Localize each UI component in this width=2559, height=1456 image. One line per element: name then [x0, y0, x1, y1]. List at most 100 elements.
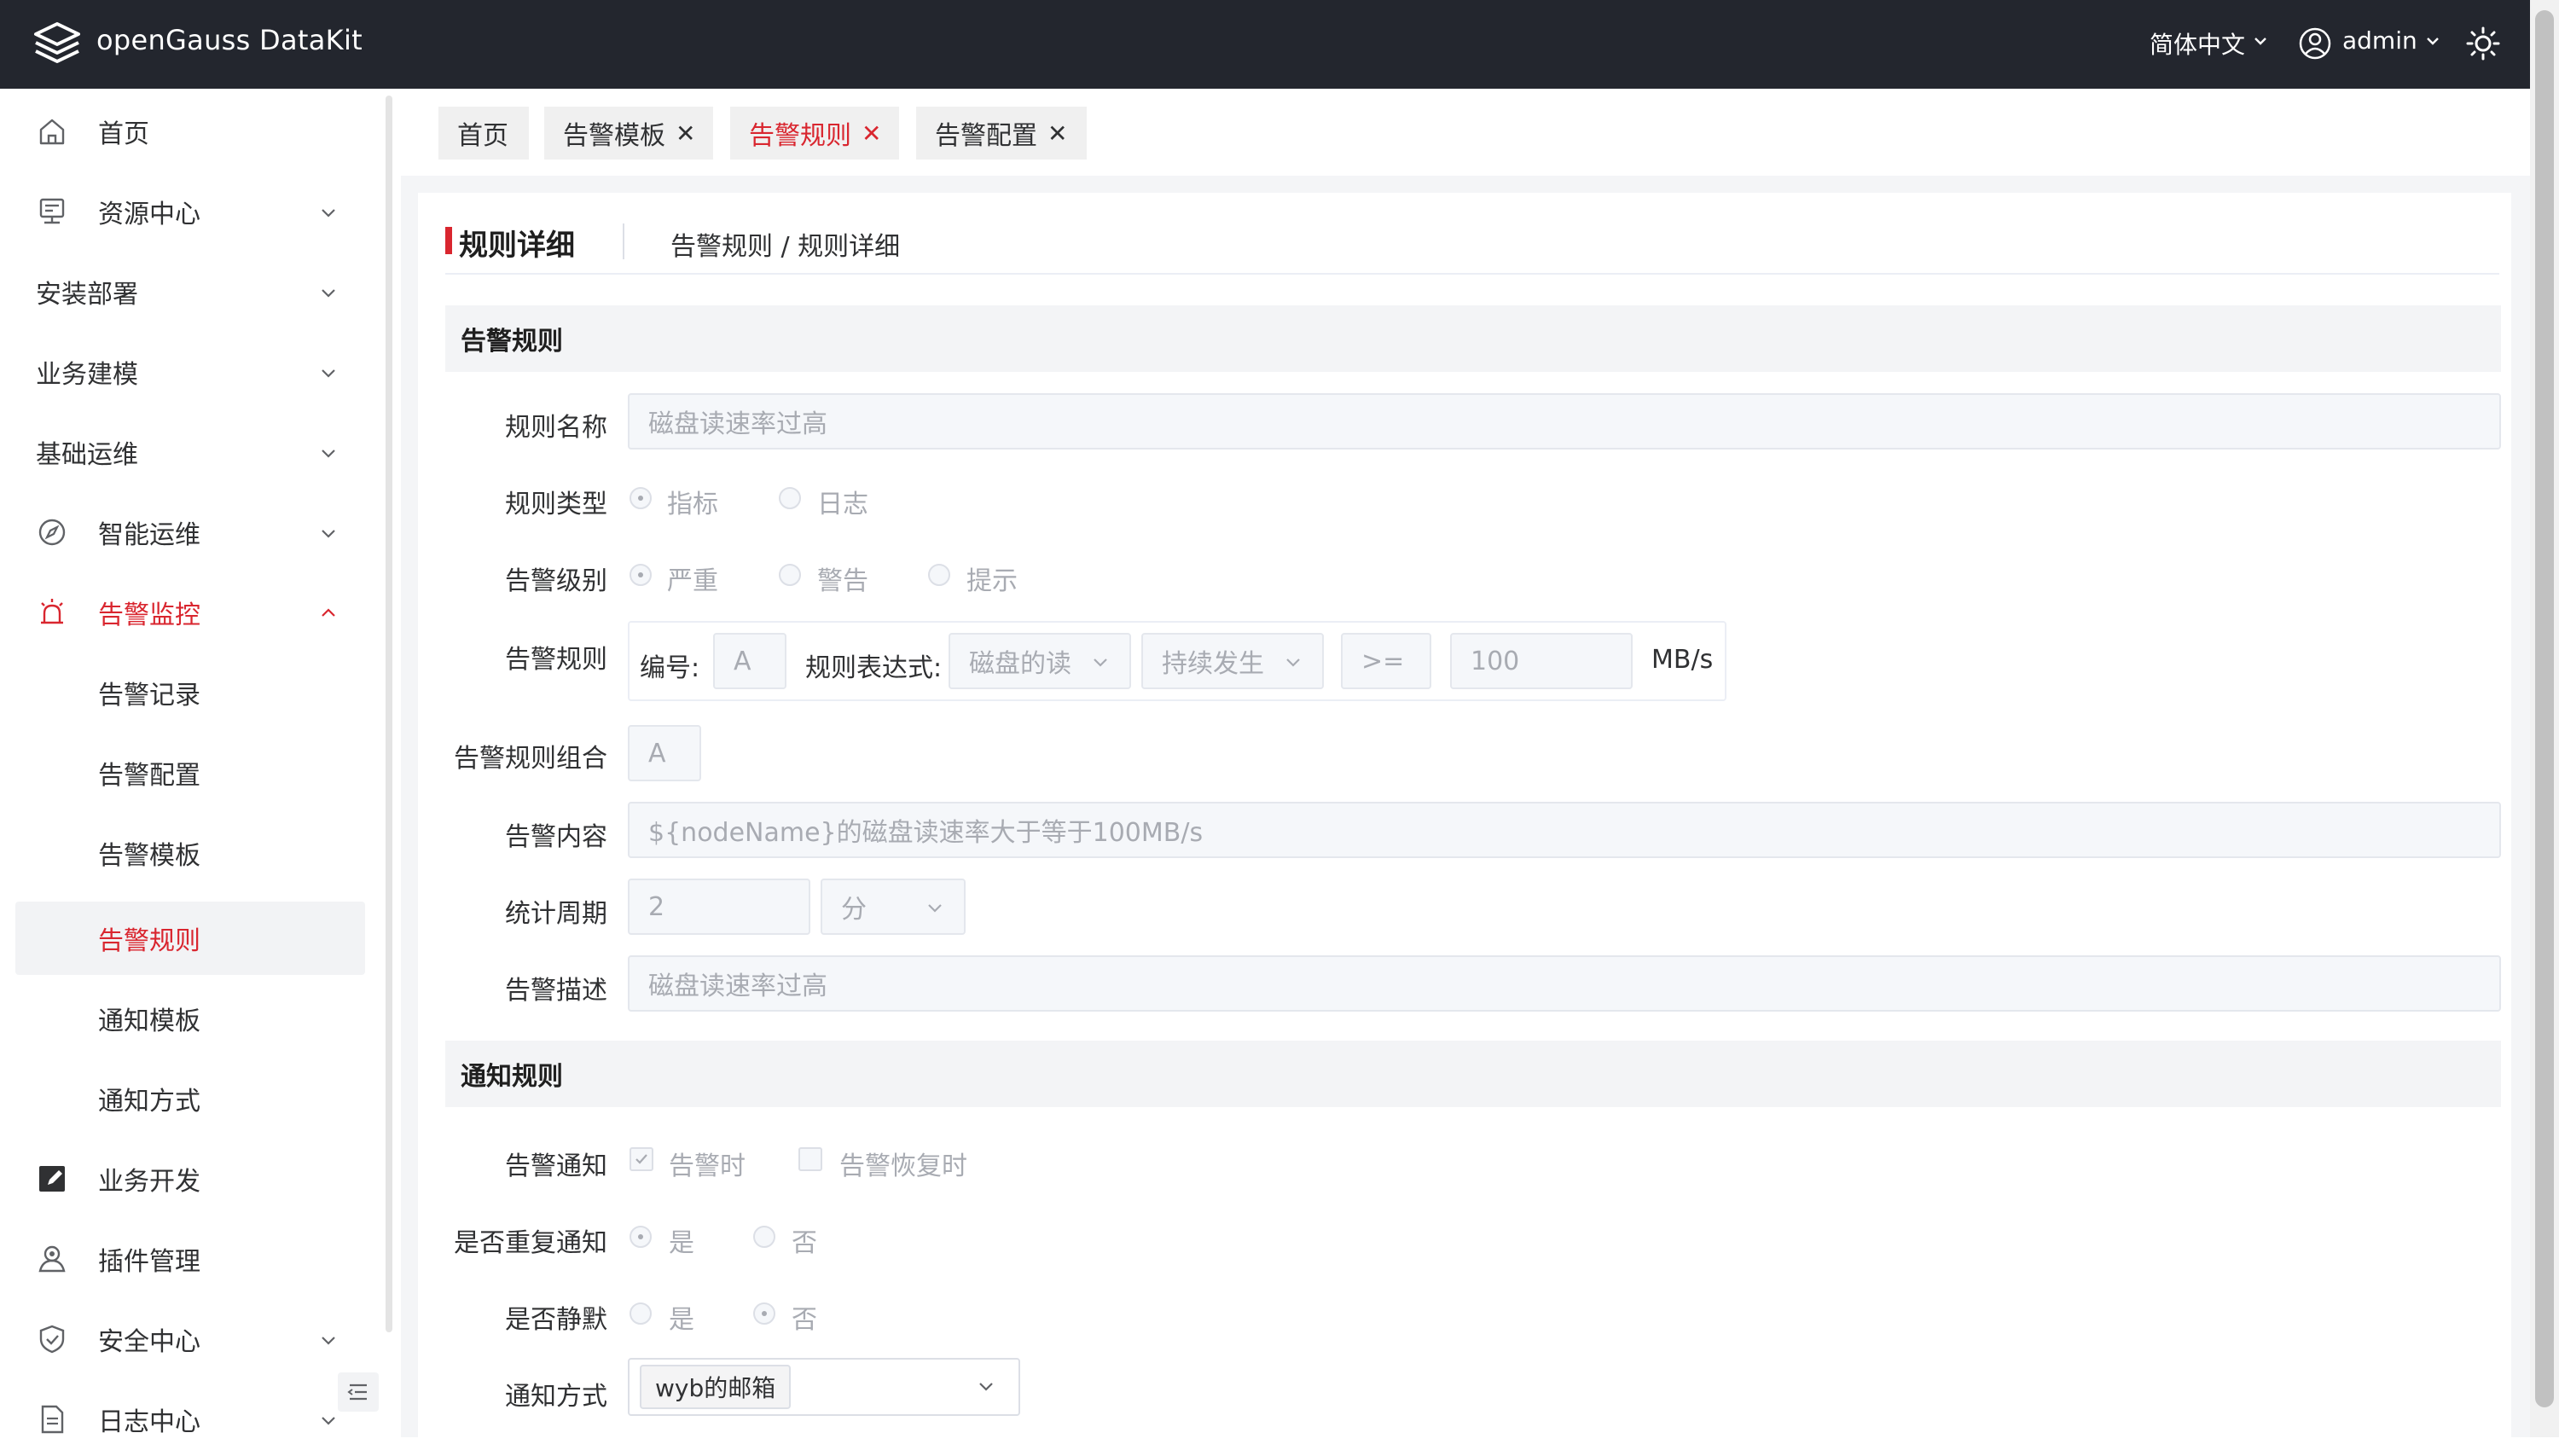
page-scrollbar-thumb[interactable] [2535, 10, 2554, 1407]
server-icon [39, 198, 65, 224]
stat-period-input[interactable]: 2 [628, 879, 810, 935]
level-info-radio[interactable] [928, 564, 950, 586]
alarm-rule-label: 告警规则 [505, 645, 607, 675]
language-selector[interactable]: 简体中文 [2150, 26, 2245, 61]
level-critical-radio[interactable] [630, 564, 652, 586]
sidebar-item-label: 首页 [98, 119, 149, 149]
check-icon [635, 1154, 647, 1164]
close-icon[interactable]: ✕ [862, 119, 881, 148]
sidebar-item-label: 业务建模 [36, 360, 138, 390]
tab-label: 告警配置 [935, 121, 1037, 151]
alarm-level-label: 告警级别 [505, 566, 607, 596]
level-info-label: 提示 [966, 566, 1018, 596]
sidebar-item-notify-method[interactable]: 通知方式 [15, 1062, 365, 1135]
sidebar-item-label: 安全中心 [98, 1327, 200, 1357]
chevron-down-icon[interactable] [976, 1377, 996, 1397]
app-logo-icon [34, 22, 80, 63]
section-alarm-rule-header: 告警规则 [445, 305, 2501, 372]
rule-type-label: 规则类型 [505, 490, 607, 519]
threshold-unit: MB/s [1651, 645, 1714, 675]
alarm-content-input[interactable]: ${nodeName}的磁盘读速率大于等于100MB/s [628, 802, 2501, 858]
notify-on-recovery-label: 告警恢复时 [839, 1151, 967, 1181]
sidebar-item-business-modeling[interactable]: 业务建模 [15, 335, 365, 409]
level-warning-radio[interactable] [779, 564, 801, 586]
tab-label: 告警模板 [563, 121, 665, 151]
repeat-notify-label: 是否重复通知 [454, 1228, 607, 1258]
stat-period-unit-select[interactable]: 分 [821, 879, 966, 935]
title-accent-bar [445, 227, 452, 254]
chevron-down-icon [322, 289, 335, 298]
sidebar-item-home[interactable]: 首页 [15, 95, 365, 168]
sidebar-item-label: 业务开发 [98, 1167, 200, 1197]
sidebar-item-label: 通知方式 [98, 1087, 200, 1117]
notify-method-tag: wyb的邮箱 [640, 1365, 792, 1409]
alarm-notify-label: 告警通知 [505, 1151, 607, 1181]
rule-name-input[interactable]: 磁盘读速率过高 [628, 393, 2501, 450]
chevron-up-icon [322, 608, 335, 617]
sidebar-item-label: 插件管理 [98, 1247, 200, 1277]
silent-label: 是否静默 [505, 1305, 607, 1335]
sidebar-item-label: 资源中心 [98, 200, 200, 229]
sidebar-item-resource-center[interactable]: 资源中心 [15, 175, 365, 248]
operator-select[interactable]: >= [1341, 633, 1431, 689]
document-icon [41, 1405, 64, 1434]
chevron-down-icon [322, 209, 335, 218]
tab-alarm-config[interactable]: 告警配置 ✕ [916, 107, 1087, 160]
alarm-description-label: 告警描述 [505, 976, 607, 1006]
tab-home[interactable]: 首页 [438, 107, 529, 160]
rule-type-log-radio[interactable] [779, 487, 801, 509]
plugin-icon [38, 1245, 66, 1273]
rule-no-input[interactable]: A [713, 633, 786, 689]
close-icon[interactable]: ✕ [1047, 119, 1067, 148]
sidebar-item-install-deploy[interactable]: 安装部署 [15, 255, 365, 328]
chevron-down-icon [928, 904, 942, 913]
tab-label: 告警规则 [749, 121, 851, 151]
sun-icon[interactable] [2465, 26, 2501, 61]
threshold-input[interactable]: 100 [1450, 633, 1633, 689]
close-icon[interactable]: ✕ [676, 119, 695, 148]
header-divider [445, 273, 2499, 275]
chevron-down-icon[interactable] [2424, 32, 2441, 49]
silent-yes-label: 是 [669, 1305, 694, 1335]
sidebar-item-label: 通知模板 [98, 1006, 200, 1036]
silent-yes-radio[interactable] [630, 1302, 652, 1325]
notify-on-alarm-label: 告警时 [669, 1151, 746, 1181]
rule-name-label: 规则名称 [505, 413, 607, 443]
repeat-yes-radio[interactable] [630, 1226, 652, 1248]
rule-type-metric-radio[interactable] [630, 487, 652, 509]
chevron-down-icon [322, 450, 335, 458]
sidebar-item-label: 智能运维 [98, 520, 200, 550]
sidebar-item-label: 基础运维 [36, 440, 138, 470]
metric-select-value: 磁盘的读 [969, 649, 1071, 679]
level-warning-label: 警告 [817, 566, 868, 596]
alarm-icon [41, 599, 63, 624]
chevron-down-icon[interactable] [2252, 32, 2269, 49]
sidebar-item-label: 告警配置 [98, 761, 200, 791]
edit-icon [39, 1166, 65, 1192]
chevron-down-icon [1094, 658, 1107, 667]
silent-no-radio[interactable] [753, 1302, 775, 1325]
notify-on-alarm-checkbox[interactable] [630, 1147, 653, 1171]
rule-combination-input[interactable]: A [628, 725, 701, 781]
notify-method-label: 通知方式 [505, 1382, 607, 1412]
top-bar: openGauss DataKit 简体中文 admin [0, 0, 2530, 89]
user-avatar-icon[interactable] [2298, 26, 2332, 61]
rule-expression-label: 规则表达式: [805, 653, 943, 683]
repeat-no-label: 否 [792, 1228, 817, 1258]
repeat-no-radio[interactable] [753, 1226, 775, 1248]
silent-no-label: 否 [792, 1305, 817, 1335]
home-icon [39, 119, 65, 145]
breadcrumb: 告警规则 / 规则详细 [670, 232, 901, 262]
chevron-down-icon [322, 530, 335, 538]
user-menu[interactable]: admin [2342, 26, 2417, 55]
alarm-description-input[interactable]: 磁盘读速率过高 [628, 955, 2501, 1012]
app-title: openGauss DataKit [96, 24, 363, 56]
period-unit-value: 分 [841, 895, 867, 925]
metric-select[interactable]: 磁盘的读 [949, 633, 1131, 689]
sidebar-item-label: 安装部署 [36, 280, 138, 310]
notify-on-recovery-checkbox[interactable] [798, 1147, 822, 1171]
duration-select-value: 持续发生 [1162, 649, 1264, 679]
tab-alarm-template[interactable]: 告警模板 ✕ [544, 107, 713, 160]
tab-alarm-rules[interactable]: 告警规则 ✕ [730, 107, 899, 160]
duration-select[interactable]: 持续发生 [1141, 633, 1324, 689]
